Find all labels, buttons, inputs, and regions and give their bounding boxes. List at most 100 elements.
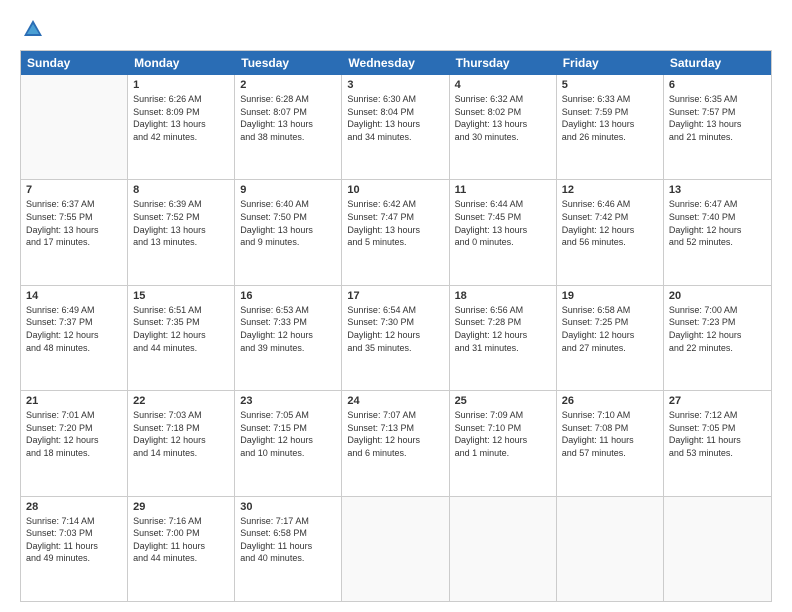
day-info: Sunrise: 7:17 AM Sunset: 6:58 PM Dayligh… <box>240 515 336 565</box>
cal-cell: 24Sunrise: 7:07 AM Sunset: 7:13 PM Dayli… <box>342 391 449 495</box>
day-number: 29 <box>133 501 229 513</box>
cal-cell: 10 Sunrise: 6:42 AM Sunset: 7:47 PM Dayli… <box>342 180 449 284</box>
day-number: 12 <box>562 184 658 196</box>
day-number: 20 <box>669 290 766 302</box>
cal-cell <box>342 497 449 601</box>
day-number: 3 <box>347 79 443 91</box>
day-info: Sunrise: 7:07 AM Sunset: 7:13 PM Dayligh… <box>347 409 443 459</box>
cal-cell: 18 Sunrise: 6:56 AM Sunset: 7:28 PM Dayli… <box>450 286 557 390</box>
cal-cell: 27Sunrise: 7:12 AM Sunset: 7:05 PM Dayli… <box>664 391 771 495</box>
day-info: Sunrise: 6:39 AM Sunset: 7:52 PM Dayligh… <box>133 198 229 248</box>
cal-cell: 26 Sunrise: 7:10 AM Sunset: 7:08 PM Dayli… <box>557 391 664 495</box>
day-number: 11 <box>455 184 551 196</box>
day-info: Sunrise: 6:35 AM Sunset: 7:57 PM Dayligh… <box>669 93 766 143</box>
header-day-saturday: Saturday <box>664 51 771 75</box>
header-day-wednesday: Wednesday <box>342 51 449 75</box>
week-row-3: 14Sunrise: 6:49 AM Sunset: 7:37 PM Dayli… <box>21 286 771 391</box>
cal-cell: 6 Sunrise: 6:35 AM Sunset: 7:57 PM Daylig… <box>664 75 771 179</box>
logo-icon <box>22 18 44 40</box>
header-day-thursday: Thursday <box>450 51 557 75</box>
day-number: 18 <box>455 290 551 302</box>
day-info: Sunrise: 7:00 AM Sunset: 7:23 PM Dayligh… <box>669 304 766 354</box>
calendar-body: 1 Sunrise: 6:26 AM Sunset: 8:09 PM Daylig… <box>21 75 771 601</box>
day-number: 21 <box>26 395 122 407</box>
cal-cell: 16 Sunrise: 6:53 AM Sunset: 7:33 PM Dayli… <box>235 286 342 390</box>
day-info: Sunrise: 6:51 AM Sunset: 7:35 PM Dayligh… <box>133 304 229 354</box>
cal-cell: 30 Sunrise: 7:17 AM Sunset: 6:58 PM Dayli… <box>235 497 342 601</box>
day-info: Sunrise: 7:09 AM Sunset: 7:10 PM Dayligh… <box>455 409 551 459</box>
header <box>20 18 772 40</box>
cal-cell: 15 Sunrise: 6:51 AM Sunset: 7:35 PM Dayli… <box>128 286 235 390</box>
calendar-header: SundayMondayTuesdayWednesdayThursdayFrid… <box>21 51 771 75</box>
day-number: 8 <box>133 184 229 196</box>
day-number: 19 <box>562 290 658 302</box>
day-info: Sunrise: 6:44 AM Sunset: 7:45 PM Dayligh… <box>455 198 551 248</box>
cal-cell: 13Sunrise: 6:47 AM Sunset: 7:40 PM Dayli… <box>664 180 771 284</box>
calendar: SundayMondayTuesdayWednesdayThursdayFrid… <box>20 50 772 602</box>
day-number: 10 <box>347 184 443 196</box>
cal-cell: 2 Sunrise: 6:28 AM Sunset: 8:07 PM Daylig… <box>235 75 342 179</box>
day-info: Sunrise: 7:14 AM Sunset: 7:03 PM Dayligh… <box>26 515 122 565</box>
cal-cell: 29 Sunrise: 7:16 AM Sunset: 7:00 PM Dayli… <box>128 497 235 601</box>
day-number: 7 <box>26 184 122 196</box>
cal-cell: 3 Sunrise: 6:30 AM Sunset: 8:04 PM Daylig… <box>342 75 449 179</box>
cal-cell: 22 Sunrise: 7:03 AM Sunset: 7:18 PM Dayli… <box>128 391 235 495</box>
cal-cell: 19 Sunrise: 6:58 AM Sunset: 7:25 PM Dayli… <box>557 286 664 390</box>
cal-cell: 12Sunrise: 6:46 AM Sunset: 7:42 PM Dayli… <box>557 180 664 284</box>
week-row-5: 28 Sunrise: 7:14 AM Sunset: 7:03 PM Dayli… <box>21 497 771 601</box>
day-info: Sunrise: 6:26 AM Sunset: 8:09 PM Dayligh… <box>133 93 229 143</box>
day-info: Sunrise: 7:16 AM Sunset: 7:00 PM Dayligh… <box>133 515 229 565</box>
day-number: 22 <box>133 395 229 407</box>
cal-cell: 7Sunrise: 6:37 AM Sunset: 7:55 PM Daylig… <box>21 180 128 284</box>
day-info: Sunrise: 6:58 AM Sunset: 7:25 PM Dayligh… <box>562 304 658 354</box>
day-info: Sunrise: 6:40 AM Sunset: 7:50 PM Dayligh… <box>240 198 336 248</box>
week-row-2: 7Sunrise: 6:37 AM Sunset: 7:55 PM Daylig… <box>21 180 771 285</box>
day-info: Sunrise: 6:33 AM Sunset: 7:59 PM Dayligh… <box>562 93 658 143</box>
week-row-4: 21Sunrise: 7:01 AM Sunset: 7:20 PM Dayli… <box>21 391 771 496</box>
day-info: Sunrise: 6:32 AM Sunset: 8:02 PM Dayligh… <box>455 93 551 143</box>
day-number: 17 <box>347 290 443 302</box>
day-number: 14 <box>26 290 122 302</box>
day-info: Sunrise: 6:56 AM Sunset: 7:28 PM Dayligh… <box>455 304 551 354</box>
day-info: Sunrise: 6:42 AM Sunset: 7:47 PM Dayligh… <box>347 198 443 248</box>
day-info: Sunrise: 7:03 AM Sunset: 7:18 PM Dayligh… <box>133 409 229 459</box>
day-number: 23 <box>240 395 336 407</box>
day-number: 4 <box>455 79 551 91</box>
cal-cell: 20 Sunrise: 7:00 AM Sunset: 7:23 PM Dayli… <box>664 286 771 390</box>
day-info: Sunrise: 7:12 AM Sunset: 7:05 PM Dayligh… <box>669 409 766 459</box>
day-number: 25 <box>455 395 551 407</box>
day-info: Sunrise: 7:05 AM Sunset: 7:15 PM Dayligh… <box>240 409 336 459</box>
cal-cell: 23 Sunrise: 7:05 AM Sunset: 7:15 PM Dayli… <box>235 391 342 495</box>
logo <box>20 18 44 40</box>
cal-cell <box>664 497 771 601</box>
cal-cell: 21Sunrise: 7:01 AM Sunset: 7:20 PM Dayli… <box>21 391 128 495</box>
header-day-friday: Friday <box>557 51 664 75</box>
day-number: 1 <box>133 79 229 91</box>
cal-cell: 1 Sunrise: 6:26 AM Sunset: 8:09 PM Daylig… <box>128 75 235 179</box>
cal-cell <box>450 497 557 601</box>
cal-cell: 8 Sunrise: 6:39 AM Sunset: 7:52 PM Daylig… <box>128 180 235 284</box>
day-number: 26 <box>562 395 658 407</box>
day-number: 30 <box>240 501 336 513</box>
day-number: 15 <box>133 290 229 302</box>
cal-cell: 14Sunrise: 6:49 AM Sunset: 7:37 PM Dayli… <box>21 286 128 390</box>
page: SundayMondayTuesdayWednesdayThursdayFrid… <box>0 0 792 612</box>
header-day-monday: Monday <box>128 51 235 75</box>
day-number: 13 <box>669 184 766 196</box>
day-number: 2 <box>240 79 336 91</box>
day-number: 6 <box>669 79 766 91</box>
cal-cell: 17Sunrise: 6:54 AM Sunset: 7:30 PM Dayli… <box>342 286 449 390</box>
cal-cell: 9 Sunrise: 6:40 AM Sunset: 7:50 PM Daylig… <box>235 180 342 284</box>
header-day-sunday: Sunday <box>21 51 128 75</box>
week-row-1: 1 Sunrise: 6:26 AM Sunset: 8:09 PM Daylig… <box>21 75 771 180</box>
day-number: 5 <box>562 79 658 91</box>
day-info: Sunrise: 6:53 AM Sunset: 7:33 PM Dayligh… <box>240 304 336 354</box>
day-info: Sunrise: 6:28 AM Sunset: 8:07 PM Dayligh… <box>240 93 336 143</box>
day-number: 9 <box>240 184 336 196</box>
header-day-tuesday: Tuesday <box>235 51 342 75</box>
day-number: 16 <box>240 290 336 302</box>
day-info: Sunrise: 7:10 AM Sunset: 7:08 PM Dayligh… <box>562 409 658 459</box>
day-number: 28 <box>26 501 122 513</box>
cal-cell: 11 Sunrise: 6:44 AM Sunset: 7:45 PM Dayli… <box>450 180 557 284</box>
day-info: Sunrise: 6:30 AM Sunset: 8:04 PM Dayligh… <box>347 93 443 143</box>
